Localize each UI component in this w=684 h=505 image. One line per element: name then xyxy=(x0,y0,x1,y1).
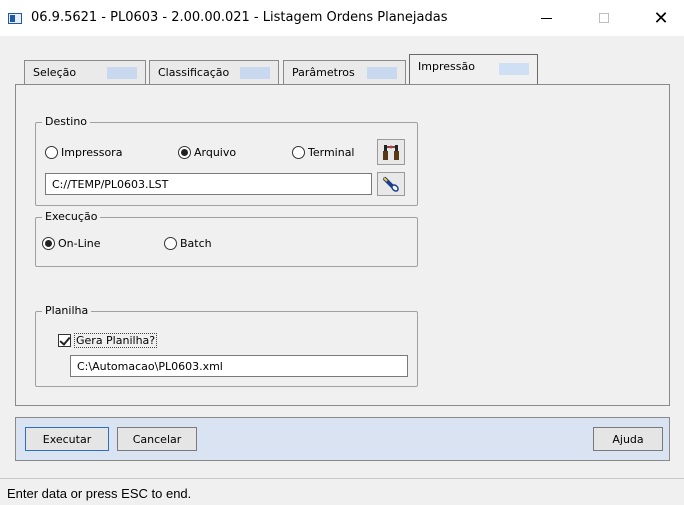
radio-terminal[interactable]: Terminal xyxy=(292,146,355,159)
ajuda-button[interactable]: Ajuda xyxy=(593,427,663,451)
tab-selecao[interactable]: Seleção xyxy=(24,60,146,84)
cancelar-button[interactable]: Cancelar xyxy=(117,427,197,451)
title-bar: 06.9.5621 - PL0603 - 2.00.00.021 - Lista… xyxy=(0,0,684,36)
tab-label: Seleção xyxy=(33,66,77,79)
radio-circle xyxy=(292,146,305,159)
window-title: 06.9.5621 - PL0603 - 2.00.00.021 - Lista… xyxy=(31,10,448,25)
destino-path-value: C://TEMP/PL0603.LST xyxy=(52,178,169,191)
execucao-legend: Execução xyxy=(42,210,101,223)
radio-online[interactable]: On-Line xyxy=(42,237,101,250)
app-window-icon xyxy=(8,13,22,24)
planilha-file-value: C:\Automacao\PL0603.xml xyxy=(77,360,223,373)
destino-legend: Destino xyxy=(42,115,91,128)
radio-label: Batch xyxy=(180,237,212,250)
maximize-button[interactable] xyxy=(581,4,627,32)
printer-setup-icon xyxy=(383,145,399,160)
tab-impressao[interactable]: Impressão xyxy=(409,54,538,84)
planilha-legend: Planilha xyxy=(42,304,92,317)
tab-shade xyxy=(499,63,529,75)
status-text: Enter data or press ESC to end. xyxy=(7,486,192,501)
search-file-button[interactable] xyxy=(377,172,405,196)
radio-circle xyxy=(42,237,55,250)
radio-impressora[interactable]: Impressora xyxy=(45,146,122,159)
radio-arquivo[interactable]: Arquivo xyxy=(178,146,236,159)
radio-label: On-Line xyxy=(58,237,101,250)
checkbox-box xyxy=(58,334,71,347)
impressao-panel: Destino Impressora Arquivo Terminal C://… xyxy=(15,84,670,406)
radio-label: Impressora xyxy=(61,146,123,159)
checkbox-label: Gera Planilha? xyxy=(74,333,158,348)
tab-label: Classificação xyxy=(158,66,230,79)
radio-circle xyxy=(164,237,177,250)
close-button[interactable]: ✕ xyxy=(638,4,684,32)
minimize-icon xyxy=(540,17,552,19)
executar-button[interactable]: Executar xyxy=(25,427,109,451)
radio-circle xyxy=(45,146,58,159)
tab-parametros[interactable]: Parâmetros xyxy=(283,60,406,84)
printer-setup-button[interactable] xyxy=(377,139,405,165)
tab-shade xyxy=(367,67,397,79)
tab-shade xyxy=(107,67,137,79)
planilha-file-input[interactable]: C:\Automacao\PL0603.xml xyxy=(70,355,408,377)
destino-path-input[interactable]: C://TEMP/PL0603.LST xyxy=(45,173,372,195)
radio-batch[interactable]: Batch xyxy=(164,237,212,250)
radio-label: Terminal xyxy=(308,146,355,159)
tab-shade xyxy=(240,67,270,79)
gera-planilha-checkbox[interactable]: Gera Planilha? xyxy=(58,333,158,348)
tab-label: Impressão xyxy=(418,60,475,73)
tab-label: Parâmetros xyxy=(292,66,355,79)
execucao-group: Execução On-Line Batch xyxy=(35,210,418,267)
destino-group: Destino Impressora Arquivo Terminal C://… xyxy=(35,115,418,206)
maximize-icon xyxy=(599,13,609,23)
flashlight-search-icon xyxy=(383,177,399,192)
button-bar: Executar Cancelar Ajuda xyxy=(15,417,670,461)
minimize-button[interactable] xyxy=(523,4,569,32)
radio-label: Arquivo xyxy=(194,146,237,159)
radio-circle xyxy=(178,146,191,159)
planilha-group: Planilha Gera Planilha? C:\Automacao\PL0… xyxy=(35,304,418,387)
status-bar: Enter data or press ESC to end. xyxy=(0,478,684,505)
tab-classificacao[interactable]: Classificação xyxy=(149,60,279,84)
